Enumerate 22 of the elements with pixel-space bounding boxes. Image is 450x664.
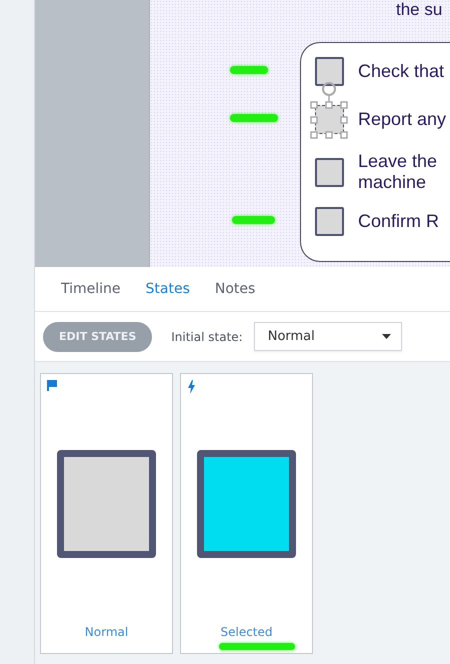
checklist-text: Check that (358, 60, 444, 82)
checkbox[interactable] (315, 206, 344, 236)
flag-icon (47, 380, 57, 391)
initial-state-dropdown[interactable]: Normal (254, 322, 402, 351)
checklist-text: Confirm R (358, 210, 440, 232)
tab[interactable]: Notes (214, 281, 256, 297)
edit-states-button[interactable]: EDIT STATES (43, 322, 152, 352)
lightning-icon (187, 380, 196, 394)
tab[interactable]: Timeline (61, 281, 121, 297)
selection-handles-icon[interactable] (312, 80, 348, 140)
initial-state-label: Initial state: (171, 330, 243, 344)
slide-heading: the su (396, 0, 444, 20)
state-name: Normal (84, 625, 128, 639)
state-name: Selected (220, 625, 273, 639)
checkbox[interactable] (315, 56, 344, 86)
checkbox[interactable] (315, 158, 344, 186)
caret-icon (382, 334, 391, 339)
checklist-text: Report any (358, 108, 446, 130)
state-card[interactable]: Normal (40, 373, 173, 654)
state-card[interactable]: Selected (180, 373, 313, 654)
checklist-text: Leave the machine (358, 151, 438, 193)
tab[interactable]: States (146, 281, 190, 297)
